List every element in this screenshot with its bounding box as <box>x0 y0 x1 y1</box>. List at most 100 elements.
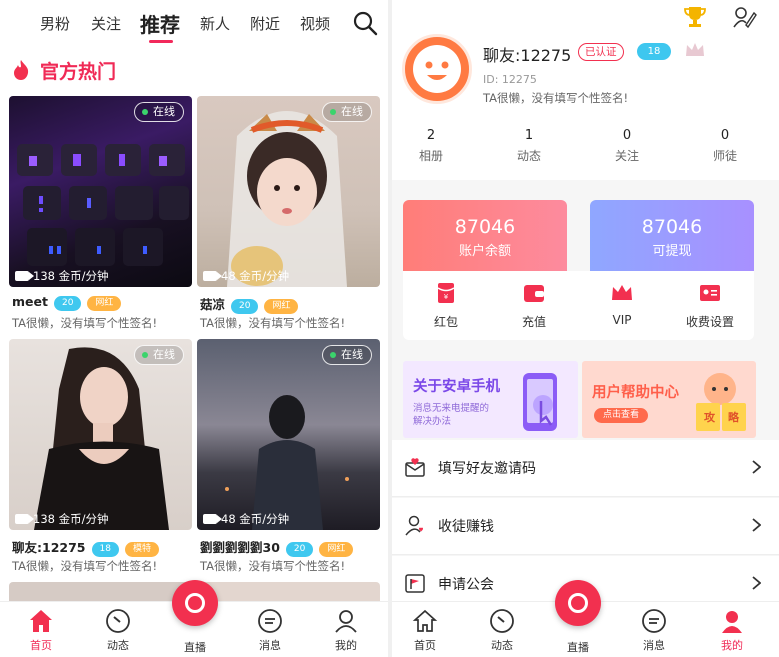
stat-value: 0 <box>720 128 730 143</box>
nav-live-label: 直播 <box>567 641 589 654</box>
help-center-banner[interactable]: 用户帮助中心 点击查看 攻 略 <box>582 361 756 438</box>
level-badge: 20 <box>231 299 259 314</box>
live-button[interactable] <box>555 580 601 626</box>
wallet-actions: ¥ 红包 充值 VIP 收费设置 <box>403 271 754 340</box>
android-tips-banner[interactable]: 关于安卓手机 消息无来电提醒的 解决办法 <box>403 361 578 438</box>
nav-messages[interactable]: 消息 <box>240 608 300 653</box>
stat-apprentices[interactable]: 0 师徒 <box>695 128 755 164</box>
nav-home[interactable]: 首页 <box>395 608 455 653</box>
cover-image <box>197 339 380 530</box>
nav-moments[interactable]: 动态 <box>88 608 148 653</box>
red-packet-button[interactable]: ¥ 红包 <box>411 281 481 330</box>
nav-home[interactable]: 首页 <box>11 608 71 653</box>
tab-video[interactable]: 视频 <box>300 13 330 34</box>
bottom-nav: 首页 动态 直播 消息 我的 <box>0 580 388 657</box>
streamer-name: 劉劉劉劉劉30 <box>200 540 280 555</box>
menu-label: 收徒赚钱 <box>438 519 494 535</box>
stat-value: 0 <box>622 128 632 143</box>
price-text: 138 金币/分钟 <box>33 269 109 283</box>
avatar[interactable] <box>402 34 472 104</box>
banner-title: 关于安卓手机 <box>413 379 500 395</box>
tag-badge: 模特 <box>124 542 159 557</box>
chevron-right-icon <box>752 460 761 474</box>
user-signature: TA很懒，没有填写个性签名! <box>483 91 629 105</box>
live-button[interactable] <box>172 580 218 626</box>
top-tab-bar: 男粉 关注 推荐 新人 附近 视频 <box>0 0 388 46</box>
menu-invite-code[interactable]: 填写好友邀请码 <box>392 440 779 497</box>
stat-moments[interactable]: 1 动态 <box>499 128 559 164</box>
crown-icon <box>686 43 704 56</box>
streamer-name: 菇凉 <box>200 297 226 312</box>
stat-albums[interactable]: 2 相册 <box>401 128 461 164</box>
vip-button[interactable]: VIP <box>587 281 657 327</box>
nav-live-label: 直播 <box>184 641 206 654</box>
active-tab-indicator <box>149 40 173 43</box>
signature: TA很懒，没有填写个性签名! <box>12 316 158 330</box>
tab-new[interactable]: 新人 <box>200 13 230 34</box>
tab-male-fans[interactable]: 男粉 <box>40 13 70 34</box>
tag-badge: 网红 <box>264 299 299 314</box>
flag-icon <box>405 574 425 593</box>
stat-value: 2 <box>426 128 436 143</box>
chevron-right-icon <box>752 576 761 590</box>
streamer-name-row: 菇凉 20 网红 <box>200 294 299 314</box>
withdrawable-label: 可提现 <box>652 244 692 259</box>
nav-label: 首页 <box>30 639 52 652</box>
menu-earn-by-apprentices[interactable]: 收徒赚钱 <box>392 498 779 555</box>
stat-label: 动态 <box>516 149 541 163</box>
guide-book-illustration-icon <box>696 373 746 431</box>
profile-header: 聊友:12275 已认证 18 ID: 12275 TA很懒，没有填写个性签名!… <box>392 0 779 180</box>
video-camera-icon <box>203 514 222 524</box>
tag-badge: 网红 <box>319 542 354 557</box>
user-id: ID: 12275 <box>483 73 537 86</box>
tab-follow[interactable]: 关注 <box>91 13 121 34</box>
stats-row: 2 相册 1 动态 0 关注 0 师徒 <box>392 128 779 168</box>
tab-nearby[interactable]: 附近 <box>250 13 280 34</box>
cover-image <box>197 96 380 287</box>
book-label: 攻 <box>704 411 715 424</box>
banner-title: 用户帮助中心 <box>592 385 679 401</box>
streamer-name: 聊友:12275 <box>12 540 86 555</box>
banner-subtitle: 消息无来电提醒的 解决办法 <box>413 402 489 428</box>
streamer-name-row: 聊友:12275 18 模特 <box>12 537 159 557</box>
profile-screen: 聊友:12275 已认证 18 ID: 12275 TA很懒，没有填写个性签名!… <box>392 0 779 657</box>
id-card-icon <box>700 285 720 301</box>
online-badge: 在线 <box>134 345 184 365</box>
nav-messages[interactable]: 消息 <box>624 608 684 653</box>
nav-label: 我的 <box>335 639 357 652</box>
level-badge: 18 <box>91 542 119 557</box>
edit-profile-icon[interactable] <box>732 5 758 29</box>
message-icon <box>642 609 666 633</box>
user-heart-icon <box>405 515 424 536</box>
withdrawable-card[interactable]: 87046 可提现 <box>590 200 754 271</box>
online-badge: 在线 <box>134 102 184 122</box>
view-button[interactable]: 点击查看 <box>594 408 649 423</box>
chevron-right-icon <box>752 518 761 532</box>
search-icon[interactable] <box>352 10 378 36</box>
stat-label: 关注 <box>614 149 639 163</box>
stat-value: 1 <box>524 128 534 143</box>
video-camera-icon <box>15 271 34 281</box>
wallet-icon <box>524 285 544 302</box>
home-icon <box>412 609 438 632</box>
nav-mine[interactable]: 我的 <box>316 608 376 653</box>
withdrawable-value: 87046 <box>641 216 703 238</box>
balance-card[interactable]: 87046 账户余额 <box>403 200 567 271</box>
nav-mine[interactable]: 我的 <box>702 608 762 653</box>
stat-label: 相册 <box>418 149 443 163</box>
level-badge: 20 <box>285 542 314 557</box>
action-label: 充值 <box>521 315 546 329</box>
username: 聊友:12275 <box>483 46 572 65</box>
user-icon <box>722 611 742 633</box>
recharge-button[interactable]: 充值 <box>499 281 569 330</box>
price-text: 48 金币/分钟 <box>221 512 290 526</box>
tab-recommend[interactable]: 推荐 <box>140 9 180 38</box>
signature: TA很懒，没有填写个性签名! <box>200 559 346 573</box>
user-icon <box>335 610 357 633</box>
nav-moments[interactable]: 动态 <box>472 608 532 653</box>
fee-settings-button[interactable]: 收费设置 <box>675 281 745 330</box>
trophy-icon[interactable] <box>682 4 708 30</box>
stat-following[interactable]: 0 关注 <box>597 128 657 164</box>
price-text: 138 金币/分钟 <box>33 512 109 526</box>
video-camera-icon <box>203 271 222 281</box>
